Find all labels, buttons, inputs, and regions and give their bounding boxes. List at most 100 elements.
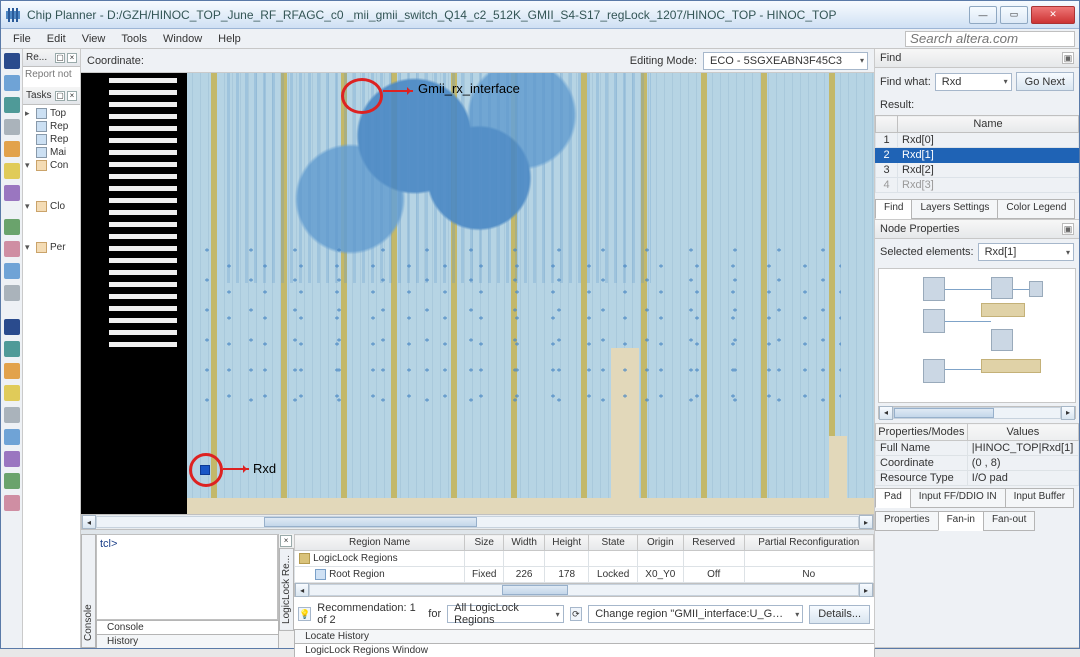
table-row[interactable]: 4Rxd[3] — [876, 178, 1079, 193]
table-row: Resource TypeI/O pad — [876, 471, 1079, 486]
tab-locate-history[interactable]: Locate History — [294, 629, 875, 643]
menu-tools[interactable]: Tools — [113, 31, 155, 47]
selected-elements-combo[interactable]: Rxd[1] — [978, 243, 1074, 261]
editing-mode-combo[interactable]: ECO - 5SGXEABN3F45C3 — [703, 52, 868, 70]
tab-fanout[interactable]: Fan-out — [983, 511, 1035, 531]
canvas-header: Coordinate: Editing Mode: ECO - 5SGXEABN… — [81, 49, 874, 73]
tool-icon[interactable] — [4, 185, 20, 201]
canvas-hscroll[interactable]: ◂ ▸ — [81, 514, 874, 530]
tool-icon[interactable] — [4, 495, 20, 511]
rec-scope-combo[interactable]: All LogicLock Regions — [447, 605, 564, 623]
tool-icon[interactable] — [4, 341, 20, 357]
tree-item[interactable]: ▾Con — [25, 159, 78, 172]
right-panel: Find ▣ Find what: Rxd Go Next Result: Na… — [874, 49, 1079, 648]
tab-inputff[interactable]: Input FF/DDIO IN — [910, 488, 1006, 508]
tree-item[interactable]: Mai — [25, 146, 78, 159]
tool-icon[interactable] — [4, 285, 20, 301]
tool-icon[interactable] — [4, 429, 20, 445]
console-vertical-tab[interactable]: Console — [81, 534, 96, 648]
tab-layers[interactable]: Layers Settings — [911, 199, 998, 219]
tool-icon[interactable] — [4, 319, 20, 335]
annotation-circle — [189, 453, 223, 487]
annotation-label: Gmii_rx_interface — [418, 81, 520, 96]
diagram-hscroll[interactable]: ◂▸ — [878, 406, 1076, 419]
tab-inputbuf[interactable]: Input Buffer — [1005, 488, 1075, 508]
close-icon[interactable]: × — [67, 91, 77, 101]
close-icon[interactable]: ▣ — [1062, 223, 1074, 235]
close-icon[interactable]: ▣ — [1062, 52, 1074, 64]
find-what-combo[interactable]: Rxd — [935, 73, 1012, 91]
tab-pad[interactable]: Pad — [875, 488, 911, 508]
menu-view[interactable]: View — [74, 31, 114, 47]
chip-canvas[interactable]: Gmii_rx_interface Rxd ◂ ▸ — [81, 73, 874, 530]
tab-console[interactable]: Console — [96, 620, 279, 634]
go-next-button[interactable]: Go Next — [1016, 72, 1074, 91]
pin-icon[interactable]: ▢ — [55, 53, 65, 63]
tab-find[interactable]: Find — [875, 199, 912, 219]
tool-icon[interactable] — [4, 119, 20, 135]
tab-logiclock[interactable]: LogicLock Regions Window — [294, 643, 875, 657]
tool-icon[interactable] — [4, 473, 20, 489]
tool-icon[interactable] — [4, 75, 20, 91]
tool-icon[interactable] — [4, 385, 20, 401]
details-button[interactable]: Details... — [809, 605, 870, 624]
close-icon[interactable]: × — [280, 535, 292, 547]
rec-action-combo[interactable]: Change region "GMII_interface:U_GMII_int… — [588, 605, 803, 623]
coord-label: Coordinate: — [87, 55, 144, 67]
pin-icon[interactable]: ▢ — [55, 91, 65, 101]
refresh-icon[interactable]: ⟳ — [570, 607, 583, 621]
scroll-right-button[interactable]: ▸ — [859, 515, 873, 529]
tree-item[interactable]: ▸Top — [25, 107, 78, 120]
tool-icon[interactable] — [4, 163, 20, 179]
close-icon[interactable]: × — [67, 53, 77, 63]
tab-properties[interactable]: Properties — [875, 511, 939, 531]
logiclock-table[interactable]: Region Name Size Width Height State Orig… — [294, 534, 874, 583]
logiclock-vertical-tab[interactable]: LogicLock Re... — [279, 548, 294, 631]
tab-fanin[interactable]: Fan-in — [938, 511, 984, 531]
tool-icon[interactable] — [4, 263, 20, 279]
recommendation-label: Recommendation: 1 of 2 — [317, 602, 422, 626]
close-button[interactable]: ✕ — [1031, 6, 1075, 24]
tree-item[interactable]: ▾Clo — [25, 200, 78, 213]
scroll-left-button[interactable]: ◂ — [82, 515, 96, 529]
node-diagram[interactable] — [878, 268, 1076, 403]
tree-item[interactable]: Rep — [25, 133, 78, 146]
vertical-toolbar — [1, 49, 23, 648]
tool-icon[interactable] — [4, 53, 20, 69]
reports-pane-body: Report not — [23, 67, 80, 87]
table-row[interactable]: 1Rxd[0] — [876, 133, 1079, 148]
table-row[interactable]: 2Rxd[1] — [876, 148, 1079, 163]
editing-mode-label: Editing Mode: — [630, 55, 697, 67]
menu-file[interactable]: File — [5, 31, 39, 47]
table-row[interactable]: 3Rxd[2] — [876, 163, 1079, 178]
table-row: Coordinate(0 , 8) — [876, 456, 1079, 471]
tool-icon[interactable] — [4, 97, 20, 113]
property-grid[interactable]: Properties/ModesValues Full Name|HINOC_T… — [875, 423, 1079, 486]
result-table[interactable]: Name 1Rxd[0] 2Rxd[1] 3Rxd[2] 4Rxd[3] — [875, 115, 1079, 193]
app-icon — [5, 7, 21, 23]
menu-window[interactable]: Window — [155, 31, 210, 47]
console-body[interactable]: tcl> — [96, 534, 278, 620]
tab-color-legend[interactable]: Color Legend — [997, 199, 1075, 219]
tool-icon[interactable] — [4, 241, 20, 257]
search-input[interactable] — [905, 31, 1075, 47]
table-row[interactable]: LogicLock Regions — [295, 551, 874, 567]
maximize-button[interactable]: ▭ — [1000, 6, 1028, 24]
menu-bar: File Edit View Tools Window Help — [1, 29, 1079, 49]
tool-icon[interactable] — [4, 219, 20, 235]
tab-history[interactable]: History — [96, 634, 279, 648]
tree-item[interactable]: ▾Per — [25, 241, 78, 254]
tool-icon[interactable] — [4, 451, 20, 467]
menu-help[interactable]: Help — [210, 31, 249, 47]
table-row[interactable]: Root Region Fixed 226 178 Locked X0_Y0 O… — [295, 567, 874, 583]
tree-item[interactable]: Rep — [25, 120, 78, 133]
menu-edit[interactable]: Edit — [39, 31, 74, 47]
tool-icon[interactable] — [4, 141, 20, 157]
logiclock-hscroll[interactable]: ◂▸ — [294, 583, 874, 597]
tool-icon[interactable] — [4, 407, 20, 423]
minimize-button[interactable]: — — [969, 6, 997, 24]
annotation-arrow — [223, 468, 249, 470]
tasks-pane-header[interactable]: Tasks ▢× — [23, 87, 80, 105]
reports-pane-header[interactable]: Re... ▢× — [23, 49, 80, 67]
tool-icon[interactable] — [4, 363, 20, 379]
